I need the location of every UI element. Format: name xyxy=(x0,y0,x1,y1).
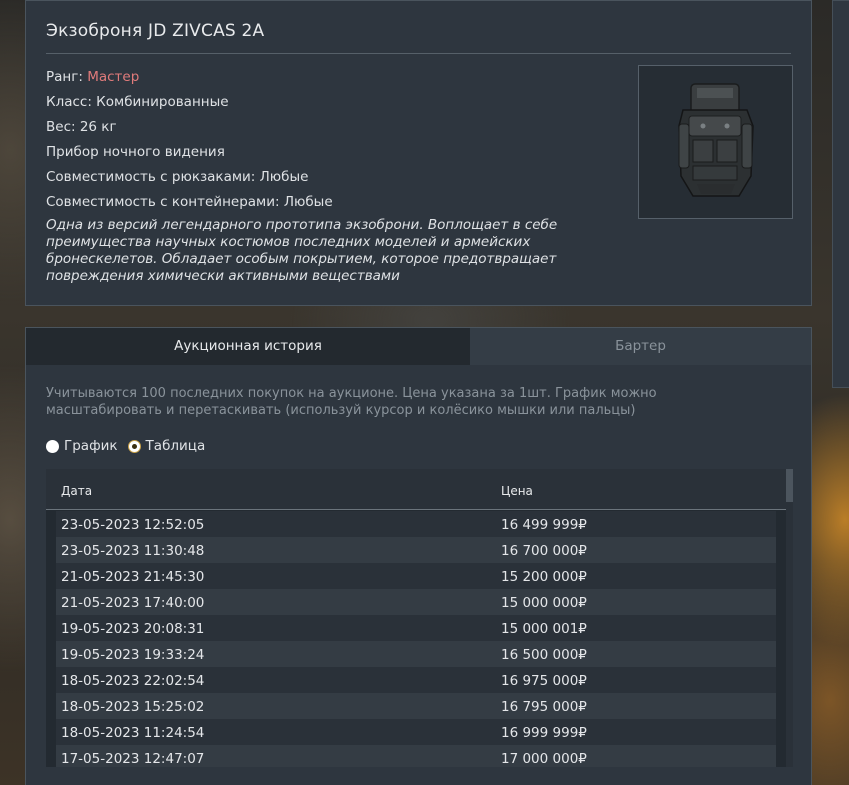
row-price: 15 000 001₽ xyxy=(501,621,587,637)
view-toggle: График Таблица xyxy=(46,437,215,455)
row-date: 18-05-2023 11:24:54 xyxy=(61,725,205,741)
table-row: 19-05-2023 20:08:31 15 000 001₽ xyxy=(56,615,776,641)
row-price: 15 200 000₽ xyxy=(501,569,587,585)
row-date: 21-05-2023 21:45:30 xyxy=(61,569,205,585)
table-row: 19-05-2023 19:33:24 16 500 000₽ xyxy=(56,641,776,667)
row-date: 18-05-2023 15:25:02 xyxy=(61,699,205,715)
table-row: 18-05-2023 22:02:54 16 975 000₽ xyxy=(56,667,776,693)
auction-note: Учитываются 100 последних покупок на аук… xyxy=(46,386,657,418)
item-title: Экзоброня JD ZIVCAS 2A xyxy=(46,21,265,41)
row-date: 19-05-2023 20:08:31 xyxy=(61,621,205,637)
row-price: 16 499 999₽ xyxy=(501,517,587,533)
item-container-compat: Совместимость с контейнерами: Любые xyxy=(46,194,333,210)
item-rank: Ранг: Мастер xyxy=(46,65,606,90)
column-header-price: Цена xyxy=(501,484,533,498)
row-price: 16 500 000₽ xyxy=(501,647,587,663)
row-price: 16 975 000₽ xyxy=(501,673,587,689)
auction-tabs: Аукционная история Бартер xyxy=(26,328,811,365)
row-price: 16 795 000₽ xyxy=(501,699,587,715)
price-history-table: Дата Цена 23-05-2023 12:52:05 16 499 999₽… xyxy=(46,469,793,767)
row-price: 17 000 000₽ xyxy=(501,751,587,767)
view-option-table[interactable]: Таблица xyxy=(127,438,206,454)
row-price: 16 700 000₽ xyxy=(501,543,587,559)
view-option-chart[interactable]: График xyxy=(46,438,118,454)
exoskeleton-armor-icon xyxy=(678,83,754,197)
item-image xyxy=(638,65,793,219)
row-price: 15 000 000₽ xyxy=(501,595,587,611)
row-date: 19-05-2023 19:33:24 xyxy=(61,647,205,663)
table-row: 21-05-2023 21:45:30 15 200 000₽ xyxy=(56,563,776,589)
item-weight: Вес: 26 кг xyxy=(46,119,117,135)
table-row: 23-05-2023 12:52:05 16 499 999₽ xyxy=(56,511,776,537)
table-row: 23-05-2023 11:30:48 16 700 000₽ xyxy=(56,537,776,563)
item-class: Класс: Комбинированные xyxy=(46,94,229,110)
row-price: 16 999 999₽ xyxy=(501,725,587,741)
title-divider xyxy=(46,53,791,54)
chart-radio-label: График xyxy=(64,438,118,454)
table-header: Дата Цена xyxy=(46,469,786,510)
table-radio[interactable] xyxy=(127,439,141,453)
chart-radio[interactable] xyxy=(46,439,59,453)
column-header-date: Дата xyxy=(61,484,93,498)
tab-auction-history[interactable]: Аукционная история xyxy=(26,328,470,365)
auction-card: Аукционная история Бартер Учитываются 10… xyxy=(25,327,812,785)
table-row: 17-05-2023 12:47:07 17 000 000₽ xyxy=(56,745,776,767)
row-date: 21-05-2023 17:40:00 xyxy=(61,595,205,611)
item-description: Одна из версий легендарного прототипа эк… xyxy=(46,217,558,284)
scrollbar-thumb[interactable] xyxy=(786,469,793,502)
row-date: 23-05-2023 11:30:48 xyxy=(61,543,205,559)
table-scrollbar[interactable] xyxy=(786,469,793,767)
table-row: 18-05-2023 15:25:02 16 795 000₽ xyxy=(56,693,776,719)
item-night-vision: Прибор ночного видения xyxy=(46,144,225,160)
table-row: 21-05-2023 17:40:00 15 000 000₽ xyxy=(56,589,776,615)
side-panel-edge xyxy=(832,0,849,388)
tab-barter[interactable]: Бартер xyxy=(470,328,811,365)
item-properties: Ранг: Мастер Класс: Комбинированные Вес:… xyxy=(46,65,606,285)
row-date: 23-05-2023 12:52:05 xyxy=(61,517,205,533)
row-date: 17-05-2023 12:47:07 xyxy=(61,751,205,767)
row-date: 18-05-2023 22:02:54 xyxy=(61,673,205,689)
table-row: 18-05-2023 11:24:54 16 999 999₽ xyxy=(56,719,776,745)
item-info-card: Экзоброня JD ZIVCAS 2A Ранг: Мастер Клас… xyxy=(25,0,812,306)
rank-value: Мастер xyxy=(87,69,140,85)
item-backpack-compat: Совместимость с рюкзаками: Любые xyxy=(46,169,309,185)
rank-label: Ранг: xyxy=(46,69,88,85)
table-radio-label: Таблица xyxy=(145,438,206,454)
